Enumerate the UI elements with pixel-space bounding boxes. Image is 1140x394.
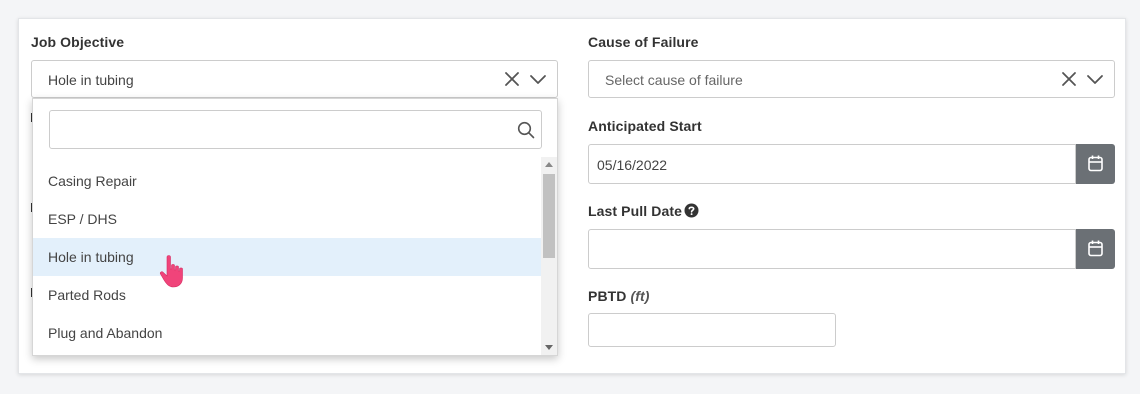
search-icon: [517, 121, 535, 139]
hand-pointer-icon: [159, 255, 183, 288]
anticipated-start-label: Anticipated Start: [588, 118, 702, 134]
last-pull-date-input[interactable]: [588, 229, 1076, 269]
scroll-down-arrow-icon[interactable]: [545, 345, 553, 350]
job-objective-value: Hole in tubing: [48, 72, 134, 88]
dropdown-option[interactable]: Casing Repair: [33, 162, 541, 200]
close-icon[interactable]: [503, 70, 521, 88]
scroll-up-arrow-icon[interactable]: [545, 162, 553, 167]
scrollbar-thumb[interactable]: [543, 174, 555, 258]
anticipated-start-value: 05/16/2022: [597, 157, 668, 173]
dropdown-options-list: Casing Repair ESP / DHS Hole in tubing P…: [33, 157, 541, 355]
job-objective-dropdown: Casing Repair ESP / DHS Hole in tubing P…: [32, 98, 558, 356]
dropdown-search-input[interactable]: [49, 110, 542, 149]
cause-of-failure-placeholder: Select cause of failure: [605, 72, 743, 88]
anticipated-start-input[interactable]: 05/16/2022: [588, 144, 1076, 184]
question-circle-icon[interactable]: [684, 203, 699, 223]
pbtd-input[interactable]: [588, 313, 836, 347]
dropdown-option[interactable]: Plug and Abandon: [33, 314, 541, 352]
pbtd-unit: (ft): [630, 288, 650, 304]
dropdown-option[interactable]: ESP / DHS: [33, 200, 541, 238]
last-pull-date-label: Last Pull Date: [588, 203, 682, 219]
job-objective-select[interactable]: Hole in tubing: [31, 60, 558, 98]
dropdown-scrollbar[interactable]: [541, 157, 557, 355]
last-pull-date-calendar-button[interactable]: [1076, 229, 1115, 269]
job-objective-label: Job Objective: [31, 34, 125, 50]
cause-of-failure-label: Cause of Failure: [588, 34, 699, 50]
close-icon[interactable]: [1060, 70, 1078, 88]
dropdown-option-highlighted[interactable]: Hole in tubing: [33, 238, 541, 276]
dropdown-option[interactable]: Parted Rods: [33, 276, 541, 314]
pbtd-label-text: PBTD: [588, 288, 627, 304]
chevron-down-icon[interactable]: [1086, 70, 1104, 88]
cause-of-failure-select[interactable]: Select cause of failure: [588, 60, 1115, 98]
chevron-down-icon[interactable]: [529, 70, 547, 88]
pbtd-label: PBTD (ft): [588, 288, 650, 304]
calendar-icon: [1088, 240, 1103, 257]
calendar-icon: [1088, 155, 1103, 172]
anticipated-start-calendar-button[interactable]: [1076, 144, 1115, 184]
